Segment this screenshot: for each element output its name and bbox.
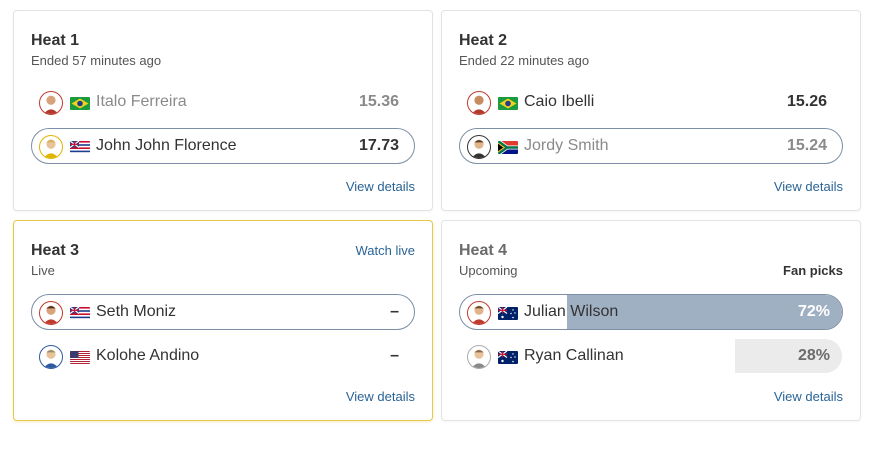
- heat-title: Heat 2: [459, 32, 508, 49]
- australia-flag-icon: [498, 351, 518, 364]
- surfer-row[interactable]: Seth Moniz –: [31, 294, 415, 330]
- heat-status: Ended 22 minutes ago: [459, 53, 590, 68]
- surfer-name: Julian Wilson: [524, 303, 619, 320]
- surfer-score: 15.24: [786, 137, 827, 154]
- heat-status: Live: [31, 263, 55, 278]
- fan-pick-percent: 72%: [797, 303, 830, 320]
- heat-card-4: Heat 4 Upcoming Fan picks Julian Wilson …: [441, 220, 861, 421]
- surfer-row[interactable]: Italo Ferreira 15.36: [31, 84, 415, 120]
- heat-card-3: Heat 3 Watch live Live Seth Moniz – Kolo…: [13, 220, 433, 421]
- heat-title: Heat 1: [31, 32, 80, 49]
- surfer-score: –: [390, 303, 399, 320]
- south-africa-flag-icon: [498, 141, 518, 154]
- surfer-avatar: [467, 301, 491, 325]
- surfer-avatar: [39, 135, 63, 159]
- heat-title: Heat 4: [459, 242, 508, 259]
- surfer-row[interactable]: Kolohe Andino –: [31, 338, 415, 374]
- heat-status: Upcoming: [459, 263, 518, 278]
- surfer-row-winner[interactable]: John John Florence 17.73: [31, 128, 415, 164]
- surfer-name: Kolohe Andino: [96, 347, 200, 364]
- surfer-avatar: [39, 91, 63, 115]
- surfer-avatar: [39, 345, 63, 369]
- surfer-name: Italo Ferreira: [96, 93, 187, 110]
- surfer-name: Seth Moniz: [96, 303, 177, 320]
- surfer-avatar: [467, 345, 491, 369]
- surfer-score: –: [390, 347, 399, 364]
- surfer-avatar: [39, 301, 63, 325]
- fan-pick-percent: 28%: [797, 347, 830, 364]
- surfer-name: John John Florence: [96, 137, 237, 154]
- view-details-link[interactable]: View details: [346, 179, 415, 194]
- surfer-score: 15.36: [358, 93, 399, 110]
- brazil-flag-icon: [498, 97, 518, 110]
- surfer-score: 17.73: [358, 137, 399, 154]
- surfer-row[interactable]: Jordy Smith 15.24: [459, 128, 843, 164]
- surfer-row[interactable]: Caio Ibelli 15.26: [459, 84, 843, 120]
- fan-picks-label: Fan picks: [783, 263, 843, 278]
- view-details-link[interactable]: View details: [774, 179, 843, 194]
- australia-flag-icon: [498, 307, 518, 320]
- surfer-name: Jordy Smith: [524, 137, 609, 154]
- heat-title: Heat 3: [31, 242, 80, 259]
- usa-flag-icon: [70, 351, 90, 364]
- surfer-name: Caio Ibelli: [524, 93, 595, 110]
- heat-card-2: Heat 2 Ended 22 minutes ago Caio Ibelli …: [441, 10, 861, 211]
- fan-pick-row[interactable]: Ryan Callinan 28%: [459, 338, 843, 374]
- surfer-score: 15.26: [786, 93, 827, 110]
- view-details-link[interactable]: View details: [346, 389, 415, 404]
- heat-card-1: Heat 1 Ended 57 minutes ago Italo Ferrei…: [13, 10, 433, 211]
- watch-live-link[interactable]: Watch live: [356, 243, 415, 258]
- hawaii-flag-icon: [70, 141, 90, 154]
- fan-pick-row[interactable]: Julian Wilson 72%: [459, 294, 843, 330]
- surfer-name: Ryan Callinan: [524, 347, 624, 364]
- surfer-avatar: [467, 135, 491, 159]
- view-details-link[interactable]: View details: [774, 389, 843, 404]
- heat-status: Ended 57 minutes ago: [31, 53, 162, 68]
- hawaii-flag-icon: [70, 307, 90, 320]
- surfer-avatar: [467, 91, 491, 115]
- brazil-flag-icon: [70, 97, 90, 110]
